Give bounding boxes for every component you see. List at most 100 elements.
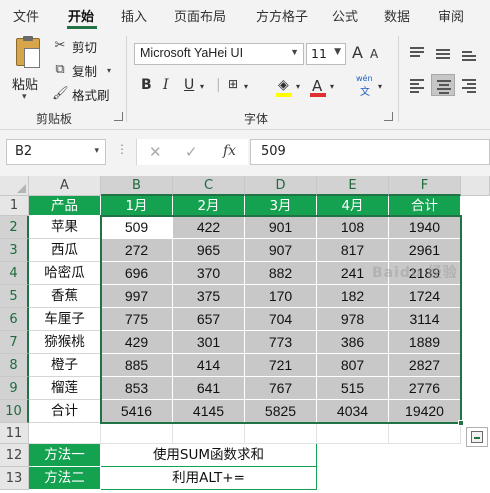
row-header-12[interactable]: 12 [0,444,29,467]
row-header-10[interactable]: 10 [0,400,29,423]
fill-handle[interactable] [458,420,464,426]
align-left-button[interactable] [405,74,429,96]
chevron-down-icon[interactable]: ▾ [22,92,27,102]
value-cell[interactable]: 370 [173,262,245,285]
column-header-a[interactable]: A [29,176,101,196]
row-header-1[interactable]: 1 [0,196,29,216]
value-cell[interactable]: 817 [317,239,389,262]
value-cell[interactable]: 807 [317,354,389,377]
cancel-icon[interactable]: ✕ [149,143,162,161]
value-cell[interactable]: 1940 [389,216,461,239]
tab-insert[interactable]: 插入 [121,6,147,25]
value-cell[interactable]: 767 [245,377,317,400]
borders-icon[interactable]: ⊞ [228,77,238,91]
chevron-down-icon[interactable]: ▾ [200,82,204,91]
row-header-9[interactable]: 9 [0,377,29,400]
value-cell[interactable]: 1889 [389,331,461,354]
tab-fangfang-gezi[interactable]: 方方格子 [256,6,308,25]
column-header-c[interactable]: C [173,176,245,196]
row-label-cell[interactable]: 猕猴桃 [29,331,101,354]
value-cell[interactable]: 515 [317,377,389,400]
header-cell[interactable]: 合计 [389,196,461,216]
value-cell[interactable]: 721 [245,354,317,377]
value-cell[interactable]: 853 [101,377,173,400]
paste-button[interactable]: 粘贴 ▾ [8,36,44,102]
column-header-f[interactable]: F [389,176,461,196]
value-cell[interactable]: 2961 [389,239,461,262]
value-cell[interactable]: 170 [245,285,317,308]
quick-analysis-button[interactable] [466,427,488,447]
align-center-button[interactable] [431,74,455,96]
row-header-4[interactable]: 4 [0,262,29,285]
chevron-down-icon[interactable]: ▾ [296,82,300,91]
header-cell[interactable]: 1月 [101,196,173,216]
empty-cell[interactable] [29,423,101,444]
row-label-cell[interactable]: 苹果 [29,216,101,239]
column-header-d[interactable]: D [245,176,317,196]
row-header-6[interactable]: 6 [0,308,29,331]
row-label-cell[interactable]: 榴莲 [29,377,101,400]
phonetic-guide-icon[interactable]: wén [356,74,373,83]
dialog-launcher-icon[interactable] [384,112,393,121]
value-cell[interactable]: 4145 [173,400,245,423]
value-cell[interactable]: 2776 [389,377,461,400]
cut-button[interactable]: ✂ 剪切 [52,36,97,56]
select-all-button[interactable] [0,176,29,196]
enter-icon[interactable]: ✓ [185,143,198,161]
value-cell[interactable]: 509 [101,216,173,239]
worksheet-grid[interactable]: A B C D E F 1 2 3 4 5 6 7 8 9 10 11 12 13 产品 1月 2月 3月 4月 合计 苹果 509… [0,176,490,493]
empty-cell[interactable] [389,423,461,444]
value-cell[interactable]: 882 [245,262,317,285]
value-cell[interactable]: 301 [173,331,245,354]
value-cell[interactable]: 4034 [317,400,389,423]
italic-button[interactable]: I [163,77,169,93]
align-top-button[interactable] [405,42,429,64]
chevron-down-icon[interactable]: ▾ [107,66,111,75]
value-cell[interactable]: 272 [101,239,173,262]
align-right-button[interactable] [457,74,481,96]
value-cell[interactable]: 901 [245,216,317,239]
header-cell[interactable]: 2月 [173,196,245,216]
value-cell[interactable]: 965 [173,239,245,262]
tab-page-layout[interactable]: 页面布局 [174,6,226,25]
value-cell[interactable]: 19420 [389,400,461,423]
chevron-down-icon[interactable]: ▾ [94,146,99,156]
empty-cell[interactable] [245,423,317,444]
value-cell[interactable]: 885 [101,354,173,377]
value-cell[interactable]: 414 [173,354,245,377]
method-label-cell[interactable]: 方法一 [29,444,101,467]
format-painter-button[interactable]: 🖌 格式刷 [52,84,110,104]
tab-data[interactable]: 数据 [384,6,410,25]
value-cell[interactable]: 375 [173,285,245,308]
row-header-7[interactable]: 7 [0,331,29,354]
empty-cell[interactable] [317,423,389,444]
chevron-down-icon[interactable]: ▾ [330,82,334,91]
value-cell[interactable]: 182 [317,285,389,308]
empty-cell[interactable] [101,423,173,444]
value-cell[interactable]: 641 [173,377,245,400]
formula-input[interactable]: 509 [250,139,490,165]
fill-color-icon[interactable]: ◈ [278,77,289,93]
row-header-13[interactable]: 13 [0,467,29,490]
underline-button[interactable]: U [184,77,194,93]
chevron-down-icon[interactable]: ▾ [244,82,248,91]
value-cell[interactable]: 386 [317,331,389,354]
bold-button[interactable]: B [141,77,152,93]
value-cell[interactable]: 2827 [389,354,461,377]
value-cell[interactable]: 3114 [389,308,461,331]
value-cell[interactable]: 775 [101,308,173,331]
row-label-cell[interactable]: 车厘子 [29,308,101,331]
row-header-3[interactable]: 3 [0,239,29,262]
value-cell[interactable]: 108 [317,216,389,239]
method-text-cell[interactable]: 使用SUM函数求和 [101,444,317,467]
value-cell[interactable]: 657 [173,308,245,331]
row-label-cell[interactable]: 合计 [29,400,101,423]
value-cell[interactable]: 997 [101,285,173,308]
decrease-font-size-icon[interactable]: A [370,47,378,61]
tab-formulas[interactable]: 公式 [332,6,358,25]
method-text-cell[interactable]: 利用ALT+= [101,467,317,490]
dialog-launcher-icon[interactable] [114,112,123,121]
row-label-cell[interactable]: 西瓜 [29,239,101,262]
tab-review[interactable]: 审阅 [438,6,464,25]
empty-cell[interactable] [173,423,245,444]
